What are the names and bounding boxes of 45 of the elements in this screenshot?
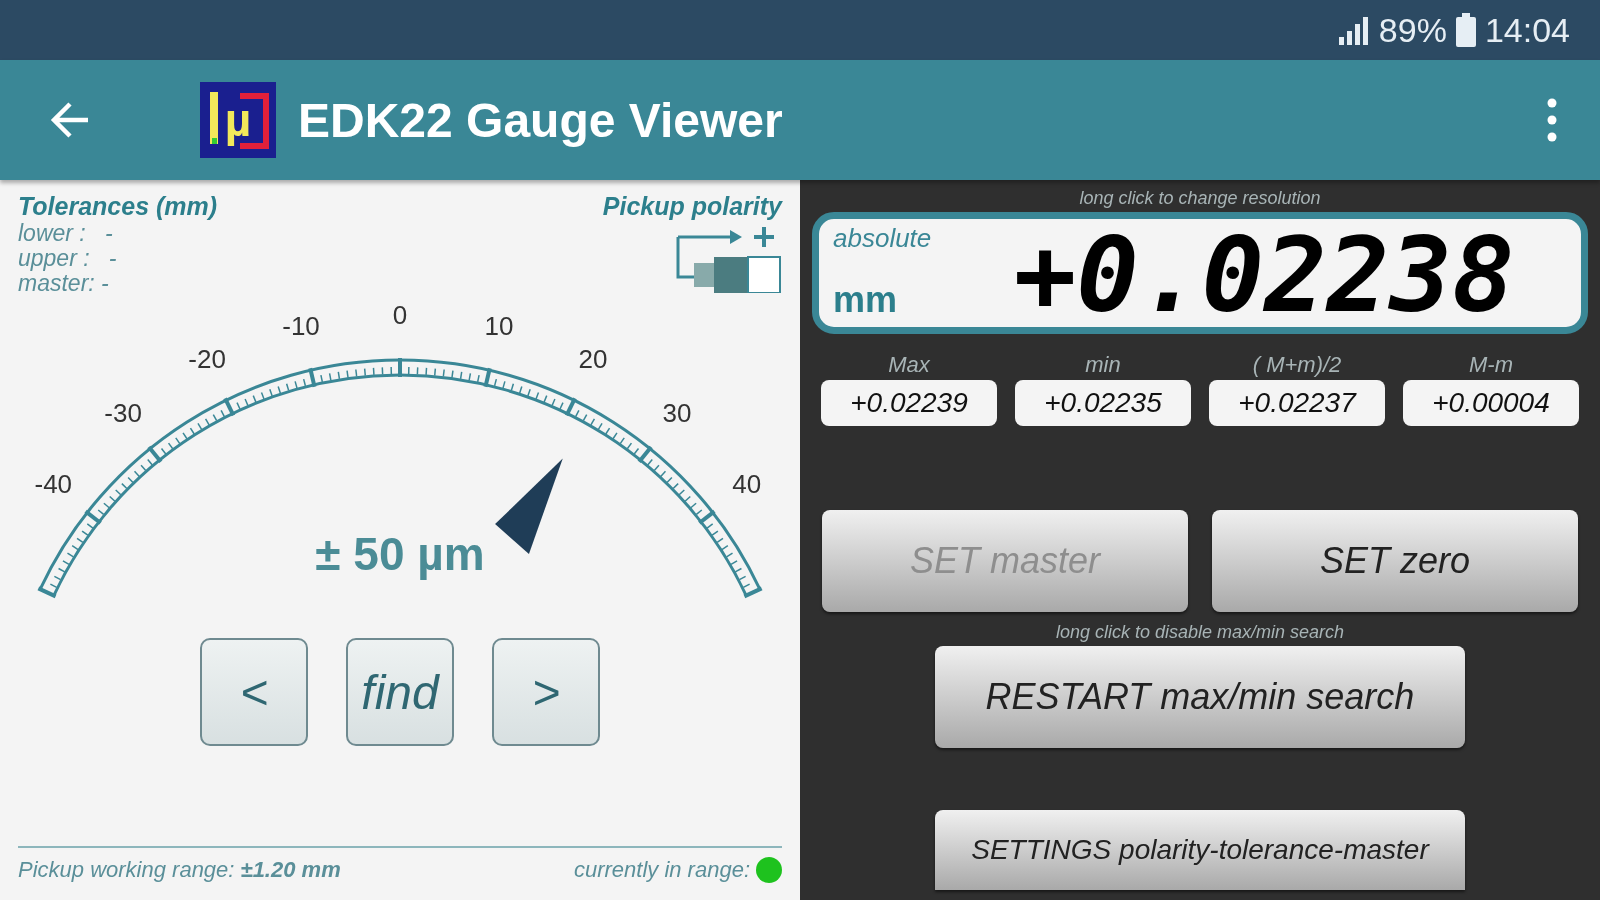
set-button[interactable]: SET zero [1212, 510, 1578, 612]
settings-button[interactable]: SETTINGS polarity-tolerance-master [935, 810, 1465, 890]
tolerance-line: master: - [18, 271, 110, 296]
clock-time: 14:04 [1484, 10, 1570, 50]
tolerance-line: lower : - [18, 221, 114, 246]
reading-value: +0.02238 [1012, 219, 1516, 327]
tolerances-title: Tolerances (mm) [18, 192, 218, 221]
nav-button[interactable]: find [346, 638, 454, 746]
polarity-title[interactable]: Pickup polarity [602, 192, 782, 221]
gauge-tick-label: 20 [578, 344, 608, 375]
stat-label: M-m [1469, 351, 1513, 379]
reading-display[interactable]: absolute mm +0.02238 [812, 212, 1588, 334]
gauge-tick-label: -30 [104, 397, 142, 428]
gauge-tick-label: 0 [392, 300, 408, 330]
stat-label: ( M+m)/2 [1252, 351, 1342, 379]
in-range-label: currently in range: [573, 857, 750, 883]
stat-value: +0.00004 [1403, 380, 1579, 426]
gauge-tick-label: -40 [34, 469, 73, 499]
nav-button[interactable]: > [492, 638, 600, 746]
unit-label: mm [833, 279, 899, 321]
battery-icon [1454, 13, 1477, 47]
gauge-tick-label: 30 [662, 397, 692, 428]
working-range-text: Pickup working range: ±1.20 mm [18, 857, 341, 883]
resolution-hint: long click to change resolution [1079, 187, 1321, 210]
more-icon [1547, 98, 1557, 142]
gauge-tick-label: 40 [732, 469, 762, 499]
stat-label: Max [888, 351, 930, 379]
app-logo: µ [200, 82, 276, 158]
stat-label: min [1085, 351, 1121, 379]
restart-button[interactable]: RESTART max/min search [935, 646, 1465, 748]
app-title: EDK22 Gauge Viewer [298, 92, 784, 148]
nav-button[interactable]: < [200, 638, 308, 746]
signal-icon [1336, 15, 1371, 45]
stat-value: +0.02235 [1015, 380, 1191, 426]
gauge-tick-label: 10 [484, 311, 514, 342]
gauge-range: ± 50 µm [315, 528, 485, 580]
gauge-tick-label: -10 [282, 311, 320, 342]
stat-value: +0.02239 [821, 380, 997, 426]
battery-percent: 89% [1378, 10, 1447, 50]
probe-icon[interactable] [674, 227, 782, 293]
tolerance-line: upper : - [18, 246, 118, 271]
gauge-tick-label: -20 [188, 344, 226, 375]
mode-label: absolute [833, 223, 932, 254]
search-hint: long click to disable max/min search [1055, 621, 1345, 644]
stat-value: +0.02237 [1209, 380, 1385, 426]
